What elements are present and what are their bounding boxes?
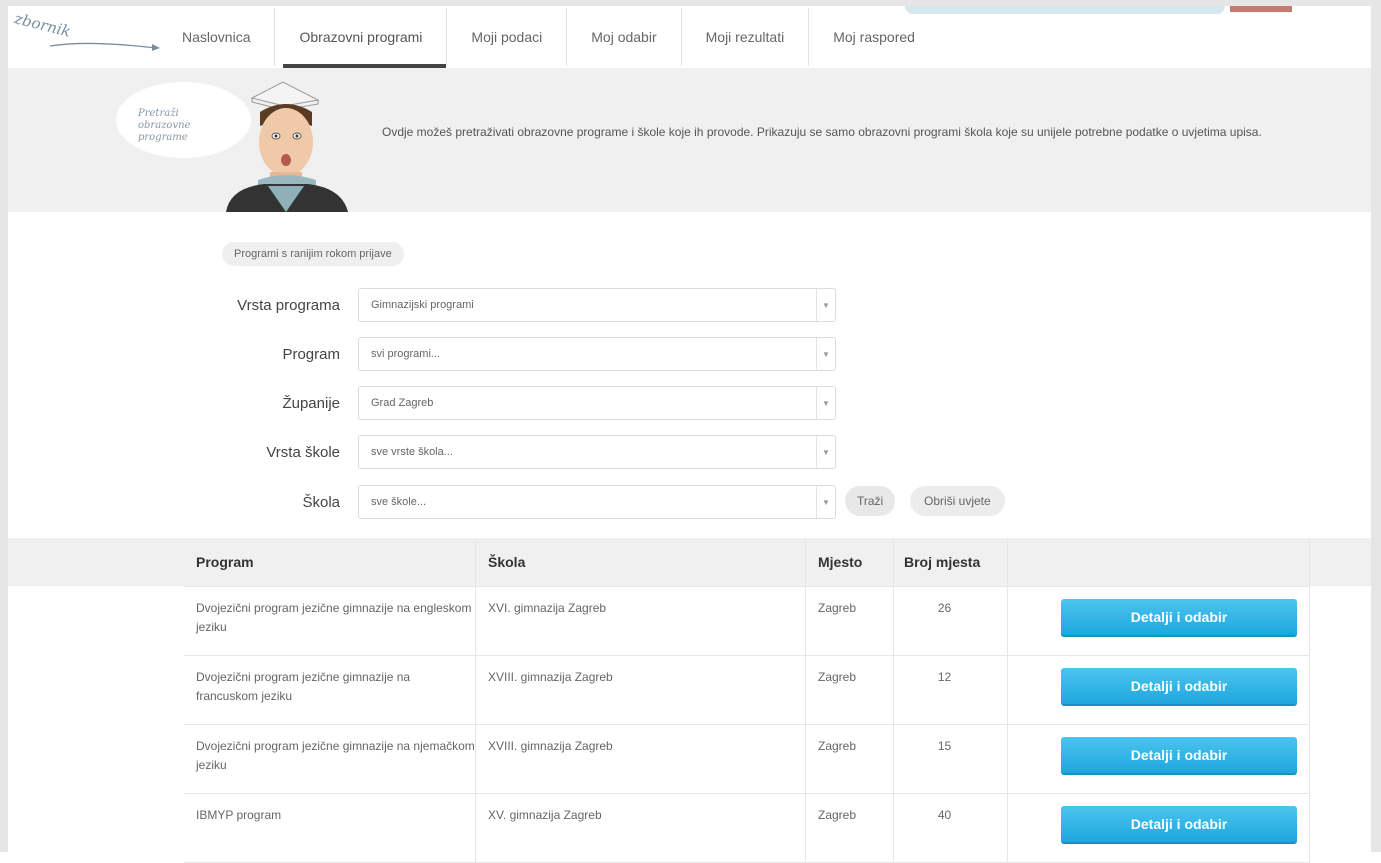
filter-label: Škola: [302, 494, 340, 511]
filter-row-school: Škola sve škole... ▼: [140, 485, 840, 521]
filter-row-program-type: Vrsta programa Gimnazijski programi ▼: [140, 288, 840, 324]
logo-text: zbornik: [12, 9, 73, 41]
cell-program: Dvojezični program jezične gimnazije na …: [184, 656, 476, 724]
filter-label: Vrsta programa: [237, 297, 340, 314]
nav-item-obrazovni-programi[interactable]: Obrazovni programi: [274, 8, 447, 69]
cell-actions: Detalji i odabir: [1008, 656, 1310, 724]
logo-arrow-icon: [49, 42, 160, 51]
top-decoration-accent: [1230, 6, 1292, 12]
details-and-select-button[interactable]: Detalji i odabir: [1061, 668, 1297, 706]
filter-row-program: Program svi programi... ▼: [140, 337, 840, 373]
early-deadline-programs-button[interactable]: Programi s ranijim rokom prijave: [222, 242, 404, 266]
cell-school: XVIII. gimnazija Zagreb: [476, 656, 806, 724]
filter-row-school-type: Vrsta škole sve vrste škola... ▼: [140, 435, 840, 471]
column-header-actions: [1008, 538, 1310, 586]
school-type-select[interactable]: sve vrste škola... ▼: [358, 435, 836, 469]
chevron-down-icon: ▼: [816, 486, 835, 518]
student-illustration: [226, 81, 348, 212]
details-and-select-button[interactable]: Detalji i odabir: [1061, 737, 1297, 775]
cell-program: Dvojezični program jezične gimnazije na …: [184, 725, 476, 793]
hero-description: Ovdje možeš pretraživati obrazovne progr…: [382, 125, 1262, 139]
column-header-school[interactable]: Škola: [476, 538, 806, 586]
table-row: Dvojezični program jezične gimnazije na …: [184, 587, 1310, 656]
chevron-down-icon: ▼: [816, 436, 835, 468]
table-header-row: Program Škola Mjesto Broj mjesta: [184, 538, 1310, 587]
details-and-select-button[interactable]: Detalji i odabir: [1061, 599, 1297, 637]
chevron-down-icon: ▼: [816, 387, 835, 419]
chevron-down-icon: ▼: [816, 289, 835, 321]
filter-label: Vrsta škole: [266, 444, 340, 461]
search-button[interactable]: Traži: [845, 486, 896, 516]
cell-city: Zagreb: [806, 725, 894, 793]
speech-bubble-text: Pretraži obrazovne programe: [138, 108, 191, 143]
program-select[interactable]: svi programi... ▼: [358, 337, 836, 371]
nav-item-moj-odabir[interactable]: Moj odabir: [566, 8, 680, 66]
cell-school: XVIII. gimnazija Zagreb: [476, 725, 806, 793]
filter-label: Program: [282, 346, 340, 363]
table-row: Dvojezični program jezične gimnazije na …: [184, 656, 1310, 725]
select-value: svi programi...: [371, 348, 441, 360]
filter-row-county: Županije Grad Zagreb ▼: [140, 386, 840, 422]
cell-seats: 12: [894, 656, 1008, 724]
cell-actions: Detalji i odabir: [1008, 587, 1310, 655]
select-value: sve škole...: [371, 496, 427, 508]
nav-item-moji-rezultati[interactable]: Moji rezultati: [680, 8, 809, 66]
nav-item-naslovnica[interactable]: Naslovnica: [158, 8, 274, 66]
select-value: sve vrste škola...: [371, 446, 453, 458]
table-row: Dvojezični program jezične gimnazije na …: [184, 725, 1310, 794]
column-header-program[interactable]: Program: [184, 538, 476, 586]
nav-item-moji-podaci[interactable]: Moji podaci: [446, 8, 566, 66]
select-value: Gimnazijski programi: [371, 299, 474, 311]
cell-school: XVI. gimnazija Zagreb: [476, 587, 806, 655]
site-logo[interactable]: zbornik: [8, 6, 160, 64]
school-select[interactable]: sve škole... ▼: [358, 485, 836, 519]
county-select[interactable]: Grad Zagreb ▼: [358, 386, 836, 420]
table-row: IBMYP program XV. gimnazija Zagreb Zagre…: [184, 794, 1310, 863]
cell-city: Zagreb: [806, 587, 894, 655]
chevron-down-icon: ▼: [816, 338, 835, 370]
program-type-select[interactable]: Gimnazijski programi ▼: [358, 288, 836, 322]
column-header-city[interactable]: Mjesto: [806, 538, 894, 586]
filter-label: Županije: [282, 395, 340, 412]
select-value: Grad Zagreb: [371, 397, 434, 409]
top-decoration: [905, 6, 1225, 14]
details-and-select-button[interactable]: Detalji i odabir: [1061, 806, 1297, 844]
clear-filters-button[interactable]: Obriši uvjete: [910, 486, 1005, 516]
column-header-seats[interactable]: Broj mjesta: [894, 538, 1008, 586]
nav-item-moj-raspored[interactable]: Moj raspored: [808, 8, 939, 66]
results-table: Program Škola Mjesto Broj mjesta Dvojezi…: [184, 538, 1310, 863]
cell-program: Dvojezični program jezične gimnazije na …: [184, 587, 476, 655]
cell-seats: 15: [894, 725, 1008, 793]
main-nav: Naslovnica Obrazovni programi Moji podac…: [158, 8, 939, 69]
cell-actions: Detalji i odabir: [1008, 725, 1310, 793]
cell-seats: 26: [894, 587, 1008, 655]
hero-band: Pretraži obrazovne programe Ovdje možeš …: [8, 68, 1371, 212]
cell-city: Zagreb: [806, 656, 894, 724]
